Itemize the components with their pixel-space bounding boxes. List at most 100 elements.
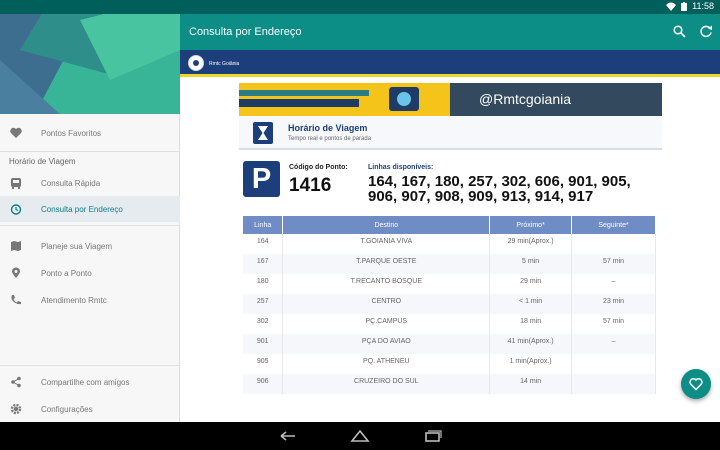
drawer-item-plan-trip[interactable]: Planeje sua Viagem (0, 233, 180, 259)
table-header-row: Linha Destino Próximo* Seguinte* (243, 216, 656, 234)
cell-next-text: 29 min (520, 278, 542, 285)
column-header: Próximo* (489, 216, 573, 234)
cell-following: – (571, 334, 656, 354)
column-header: Seguinte* (571, 216, 656, 234)
cell-next: 5 min (489, 254, 573, 274)
location-pin-icon (12, 267, 20, 278)
cell-line-text: 901 (256, 338, 269, 345)
recents-icon[interactable] (422, 430, 442, 442)
map-icon (11, 241, 21, 251)
drawer-item-label: Configurações (41, 405, 93, 414)
cell-following-text: – (611, 278, 616, 285)
cell-following: – (571, 274, 656, 294)
heart-icon (10, 127, 22, 138)
cell-next: 29 min (489, 274, 573, 294)
cell-line: 905 (243, 354, 284, 374)
section-header: Horário de Viagem Tempo real e pontos de… (239, 116, 662, 150)
parking-stop-badge: P (243, 161, 280, 197)
cell-line: 302 (243, 314, 284, 334)
cell-next-text: 14 min (520, 378, 542, 385)
home-icon[interactable] (350, 430, 370, 442)
status-bar: 11:58 (0, 0, 720, 14)
table-row: 901 PÇA DO AVIAO 41 min(Aprox.) – (243, 334, 656, 354)
cell-following-text: 23 min (603, 298, 625, 305)
bus-icon (11, 178, 21, 189)
table-row: 167 T.PARQUE OESTE 5 min 57 min (243, 254, 656, 274)
cell-destination-text: CRUZEIRO DO SUL (354, 378, 419, 385)
cell-next-text: < 1 min (519, 298, 543, 305)
cell-next-text: 41 min (507, 338, 529, 345)
banner-graphic (239, 83, 450, 116)
drawer-divider (0, 151, 180, 152)
phone-illustration (389, 87, 419, 111)
drawer-item-label: Compartilhe com amigos (41, 378, 130, 387)
cell-destination-text: PÇA DO AVIAO (361, 338, 411, 345)
drawer-item-support[interactable]: Atendimento Rmtc (0, 287, 180, 313)
battery-icon (681, 1, 688, 11)
cell-next: 29 min(Aprox.) (489, 234, 573, 254)
cell-next-approx: (Aprox.) (528, 238, 554, 245)
cell-line: 257 (243, 294, 284, 314)
search-icon[interactable] (673, 25, 686, 38)
cell-line: 901 (243, 334, 284, 354)
cell-line-text: 164 (256, 238, 269, 245)
drawer-item-label: Atendimento Rmtc (41, 296, 107, 305)
alarm-clock-icon (10, 204, 22, 215)
banner-handle-box: @Rmtcgoiania (450, 83, 662, 116)
cell-destination: T.RECANTO BOSQUE (282, 274, 491, 294)
cell-line-text: 905 (256, 358, 269, 365)
drawer-item-favorites[interactable]: Pontos Favoritos (0, 120, 180, 146)
cell-destination-text: CENTRO (371, 298, 402, 305)
arrivals-table: Linha Destino Próximo* Seguinte* 164 T.GO… (243, 216, 656, 394)
drawer-item-share[interactable]: Compartilhe com amigos (0, 369, 180, 395)
drawer-item-quick-search[interactable]: Consulta Rápida (0, 170, 180, 196)
cell-destination-text: T.RECANTO BOSQUE (350, 278, 423, 285)
refresh-icon[interactable] (700, 25, 713, 38)
cell-destination: CRUZEIRO DO SUL (282, 374, 491, 394)
drawer-item-label: Planeje sua Viagem (41, 242, 113, 251)
drawer-item-point-to-point[interactable]: Ponto a Ponto (0, 260, 180, 286)
drawer-header-graphic (0, 0, 180, 114)
navigation-drawer: Pontos Favoritos Horário de Viagem Consu… (0, 0, 180, 422)
cell-next-approx: (Aprox.) (526, 358, 552, 365)
cell-destination: PQ. ATHENEU (282, 354, 491, 374)
cell-line-text: 302 (256, 318, 269, 325)
web-content: @Rmtcgoiania Horário de Viagem Tempo rea… (180, 77, 720, 422)
cell-following: 23 min (571, 294, 656, 314)
cell-line-text: 906 (256, 378, 269, 385)
status-time: 11:58 (692, 1, 714, 11)
cell-line: 906 (243, 374, 284, 394)
gear-icon (10, 403, 22, 415)
promo-banner: @Rmtcgoiania (239, 83, 662, 116)
back-icon[interactable] (278, 430, 298, 442)
drawer-divider (0, 225, 180, 226)
cell-line-text: 257 (256, 298, 269, 305)
drawer-item-address-search[interactable]: Consulta por Endereço (0, 196, 180, 222)
brand-label: Rmtc Goiânia (209, 61, 240, 67)
wifi-icon (666, 2, 677, 11)
drawer-item-settings[interactable]: Configurações (0, 396, 180, 422)
cell-next: 14 min (489, 374, 573, 394)
drawer-divider (0, 365, 180, 366)
share-icon (11, 376, 21, 388)
cell-next-text: 29 min (507, 238, 529, 245)
cell-next-text: 1 min (509, 358, 527, 365)
heart-outline-icon (689, 378, 703, 391)
cell-destination-text: PÇ.CAMPUS (365, 318, 408, 325)
table-row: 906 CRUZEIRO DO SUL 14 min (243, 374, 656, 394)
cell-following (571, 374, 656, 394)
cell-destination-text: T.PARQUE OESTE (356, 258, 417, 265)
cell-destination-text: PQ. ATHENEU (363, 358, 410, 365)
phone-icon (11, 295, 21, 305)
drawer-section-title: Horário de Viagem (9, 157, 76, 166)
drawer-item-label: Pontos Favoritos (41, 129, 102, 138)
cell-next-text: 5 min (522, 258, 540, 265)
brand-bar: Rmtc Goiânia (180, 50, 720, 77)
lines-value: 164, 167, 180, 257, 302, 606, 901, 905, … (368, 173, 631, 205)
table-row: 180 T.RECANTO BOSQUE 29 min – (243, 274, 656, 294)
cell-following (571, 234, 656, 254)
stop-code-value: 1416 (289, 175, 332, 196)
cell-destination: PÇA DO AVIAO (282, 334, 491, 354)
favorite-fab[interactable] (681, 369, 711, 399)
cell-following: 57 min (571, 254, 656, 274)
